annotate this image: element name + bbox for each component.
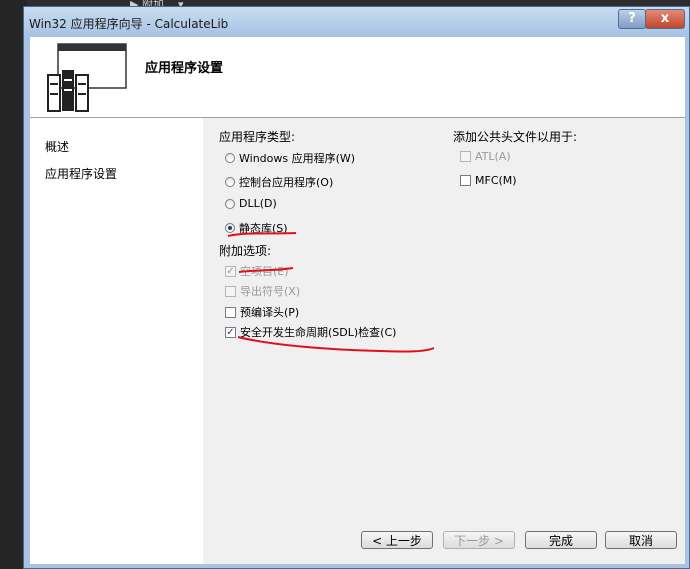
extra-options-heading: 附加选项: xyxy=(219,244,272,258)
checkbox-mfc[interactable]: MFC(M) xyxy=(460,174,517,187)
checkbox[interactable]: ✓ xyxy=(225,326,236,338)
button-bar: < 上一步 下一步 > 完成 取消 xyxy=(203,524,685,564)
title-bar[interactable]: Win32 应用程序向导 - CalculateLib ? x xyxy=(24,7,689,37)
help-button[interactable]: ? xyxy=(618,9,646,29)
nav-item-app-settings[interactable]: 应用程序设置 xyxy=(45,165,117,182)
next-button[interactable]: 下一步 > xyxy=(443,531,515,549)
nav-item-overview[interactable]: 概述 xyxy=(45,138,69,155)
app-type-heading: 应用程序类型: xyxy=(219,130,296,144)
prev-button[interactable]: < 上一步 xyxy=(361,531,433,549)
page-title: 应用程序设置 xyxy=(145,61,224,76)
radio-button[interactable] xyxy=(225,153,235,163)
finish-button[interactable]: 完成 xyxy=(525,531,597,549)
radio-static-lib[interactable]: 静态库(S) xyxy=(225,220,288,236)
checkbox[interactable]: ✓ xyxy=(225,265,236,277)
settings-panel: 应用程序类型: Windows 应用程序(W) 控制台应用程序(O) DLL(D… xyxy=(203,118,685,524)
cancel-button[interactable]: 取消 xyxy=(605,531,677,549)
wizard-nav: 概述 应用程序设置 xyxy=(30,118,203,564)
checkbox-sdl-checks[interactable]: ✓ 安全开发生命周期(SDL)检查(C) xyxy=(225,324,396,340)
radio-button-selected[interactable] xyxy=(225,223,235,233)
checkbox[interactable] xyxy=(225,306,236,318)
checkbox-precompiled-header[interactable]: 预编译头(P) xyxy=(225,304,299,320)
wizard-window: Win32 应用程序向导 - CalculateLib ? x 应用程序设置 概… xyxy=(23,6,690,569)
wizard-app-icon xyxy=(47,43,127,112)
wizard-client: 应用程序设置 概述 应用程序设置 应用程序类型: Windows 应用程序(W)… xyxy=(30,37,685,564)
checkbox[interactable] xyxy=(460,151,471,162)
checkbox-empty-project[interactable]: ✓ 空项目(E) xyxy=(225,263,289,279)
radio-dll[interactable]: DLL(D) xyxy=(225,197,277,210)
checkbox-atl[interactable]: ATL(A) xyxy=(460,150,511,163)
checkbox-export-symbols[interactable]: 导出符号(X) xyxy=(225,283,300,299)
window-title: Win32 应用程序向导 - CalculateLib xyxy=(29,17,229,31)
radio-console-app[interactable]: 控制台应用程序(O) xyxy=(225,174,333,190)
close-button[interactable]: x xyxy=(645,9,685,29)
common-headers-heading: 添加公共头文件以用于: xyxy=(453,130,578,144)
radio-button[interactable] xyxy=(225,198,235,209)
wizard-header: 应用程序设置 xyxy=(30,37,685,118)
checkbox[interactable] xyxy=(225,285,236,297)
radio-windows-app[interactable]: Windows 应用程序(W) xyxy=(225,150,355,166)
checkbox[interactable] xyxy=(460,175,471,186)
radio-button[interactable] xyxy=(225,177,235,187)
